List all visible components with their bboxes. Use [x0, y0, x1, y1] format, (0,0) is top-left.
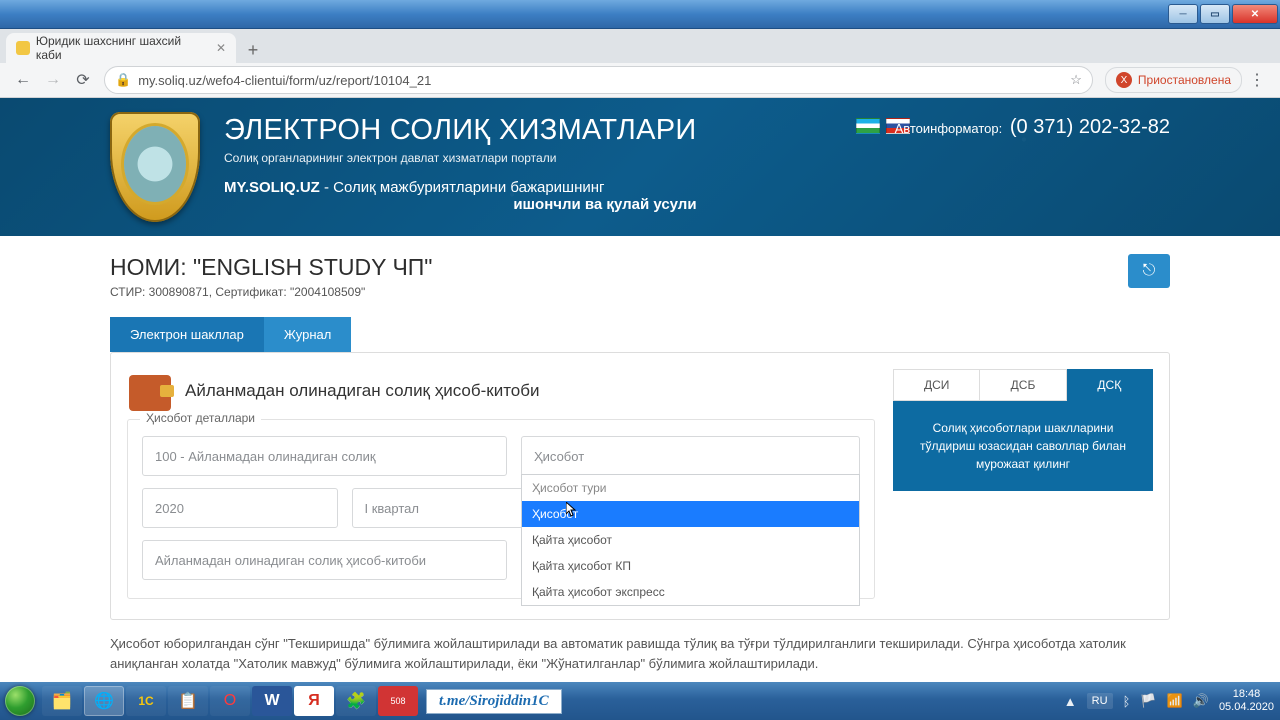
browser-tab[interactable]: Юридик шахснинг шахсий каби ✕ — [6, 33, 236, 63]
system-tray: ▲ RU ᛒ 🏳️ 📶 🔊 18:48 05.04.2020 — [1064, 688, 1280, 713]
report-type-dropdown: Ҳисобот тури Ҳисобот Қайта ҳисобот Қайта… — [521, 474, 860, 606]
tab-favicon — [16, 41, 30, 55]
extension-badge[interactable]: X Приостановлена — [1105, 67, 1242, 93]
browser-tabstrip: Юридик шахснинг шахсий каби ✕ + — [0, 29, 1280, 63]
windows-orb-icon — [5, 686, 35, 716]
dropdown-option[interactable]: Қайта ҳисобот — [522, 527, 859, 553]
tray-network-icon[interactable]: 📶 — [1167, 693, 1183, 709]
tab-title: Юридик шахснинг шахсий каби — [36, 34, 208, 62]
taskbar-app-icon[interactable]: 🧩 — [336, 686, 376, 716]
back-icon[interactable]: ← — [8, 65, 38, 95]
forward-icon[interactable]: → — [38, 65, 68, 95]
dropdown-option[interactable]: Қайта ҳисобот КП — [522, 553, 859, 579]
window-titlebar: ─ ▭ ✕ — [0, 0, 1280, 29]
report-type-select[interactable]: Ҳисобот — [521, 436, 860, 476]
wallet-icon — [129, 371, 171, 411]
window-minimize-button[interactable]: ─ — [1168, 4, 1198, 24]
tab-close-icon[interactable]: ✕ — [216, 41, 226, 55]
start-button[interactable] — [0, 682, 40, 720]
taskbar-app-icon[interactable]: 508 — [378, 686, 418, 716]
tax-type-input[interactable]: 100 - Айланмадан олинадиган солиқ — [142, 436, 507, 476]
url-text: my.soliq.uz/wefo4-clientui/form/uz/repor… — [138, 73, 431, 88]
taskbar-word-icon[interactable]: W — [252, 686, 292, 716]
header-phone: Автоинформатор: (0 371) 202-32-82 — [895, 116, 1170, 139]
taskbar-yandex-icon[interactable]: Я — [294, 686, 334, 716]
tray-up-icon[interactable]: ▲ — [1064, 694, 1077, 709]
chrome-menu-icon[interactable]: ⋮ — [1242, 65, 1272, 95]
dropdown-option[interactable]: Ҳисобот — [522, 501, 859, 527]
taskbar-app-icon[interactable]: 📋 — [168, 686, 208, 716]
window-maximize-button[interactable]: ▭ — [1200, 4, 1230, 24]
browser-toolbar: ← → ⟳ 🔒 my.soliq.uz/wefo4-clientui/form/… — [0, 63, 1280, 98]
quarter-select[interactable]: I квартал — [352, 488, 548, 528]
tray-clock[interactable]: 18:48 05.04.2020 — [1219, 688, 1274, 713]
side-panel: ДСИ ДСБ ДСҚ Солиқ ҳисоботлари шаклларини… — [893, 369, 1153, 599]
taskbar-opera-icon[interactable]: O — [210, 686, 250, 716]
side-tab-dsk[interactable]: ДСҚ — [1067, 369, 1153, 401]
report-details-fieldset: Ҳисобот деталлари 100 - Айланмадан олина… — [127, 419, 875, 599]
flag-uz[interactable] — [856, 118, 880, 134]
form-title: Айланмадан олинадиган солиқ ҳисоб-китоби — [185, 381, 539, 401]
page-viewport: ЭЛЕКТРОН СОЛИҚ ХИЗМАТЛАРИ Солиқ органлар… — [0, 98, 1280, 684]
site-tagline: MY.SOLIQ.UZ - Солиқ мажбуриятларини бажа… — [224, 179, 697, 213]
reload-icon[interactable]: ⟳ — [68, 65, 98, 95]
telegram-link-overlay: t.me/Sirojiddin1C — [426, 689, 562, 714]
dropdown-header: Ҳисобот тури — [522, 475, 859, 501]
taskbar-chrome-icon[interactable]: 🌐 — [84, 686, 124, 716]
logout-icon: ⎋ — [1143, 262, 1156, 280]
company-name: НОМИ: "ENGLISH STUDY ЧП" — [110, 254, 432, 281]
side-tab-dsi[interactable]: ДСИ — [893, 369, 980, 401]
fieldset-legend: Ҳисобот деталлари — [140, 411, 261, 425]
site-subtitle: Солиқ органларининг электрон давлат хизм… — [224, 151, 697, 165]
tray-volume-icon[interactable]: 🔊 — [1193, 693, 1209, 709]
taskbar-1c-icon[interactable]: 1C — [126, 686, 166, 716]
site-title: ЭЛЕКТРОН СОЛИҚ ХИЗМАТЛАРИ — [224, 114, 697, 147]
extension-avatar: X — [1116, 72, 1132, 88]
tab-electronic-forms[interactable]: Электрон шакллар — [110, 317, 264, 352]
side-info-text: Солиқ ҳисоботлари шаклларини тўлдириш юз… — [893, 401, 1153, 491]
bookmark-star-icon[interactable]: ☆ — [1070, 72, 1082, 88]
tab-journal[interactable]: Журнал — [264, 317, 351, 352]
dropdown-option[interactable]: Қайта ҳисобот экспресс — [522, 579, 859, 605]
address-bar[interactable]: 🔒 my.soliq.uz/wefo4-clientui/form/uz/rep… — [104, 66, 1093, 94]
taskbar-explorer-icon[interactable]: 🗂️ — [42, 686, 82, 716]
new-tab-button[interactable]: + — [240, 37, 266, 63]
page-tabs: Электрон шакллар Журнал — [110, 317, 1170, 352]
side-tab-dsb[interactable]: ДСБ — [980, 369, 1066, 401]
company-meta: СТИР: 300890871, Сертификат: "2004108509… — [110, 285, 432, 299]
tray-language[interactable]: RU — [1087, 693, 1113, 709]
lock-icon: 🔒 — [115, 72, 131, 88]
year-select[interactable]: 2020 — [142, 488, 338, 528]
window-close-button[interactable]: ✕ — [1232, 4, 1278, 24]
tray-flag-icon[interactable]: 🏳️ — [1140, 693, 1156, 709]
logout-button[interactable]: ⎋ — [1128, 254, 1170, 288]
footer-note: Ҳисобот юборилгандан сўнг "Текширишда" б… — [110, 634, 1170, 673]
tray-bluetooth-icon[interactable]: ᛒ — [1123, 694, 1131, 709]
site-logo — [110, 112, 200, 222]
windows-taskbar: 🗂️ 🌐 1C 📋 O W Я 🧩 508 t.me/Sirojiddin1C … — [0, 682, 1280, 720]
extension-label: Приостановлена — [1138, 73, 1231, 87]
site-header: ЭЛЕКТРОН СОЛИҚ ХИЗМАТЛАРИ Солиқ органлар… — [0, 98, 1280, 236]
calculation-name-input[interactable]: Айланмадан олинадиган солиқ ҳисоб-китоби — [142, 540, 507, 580]
